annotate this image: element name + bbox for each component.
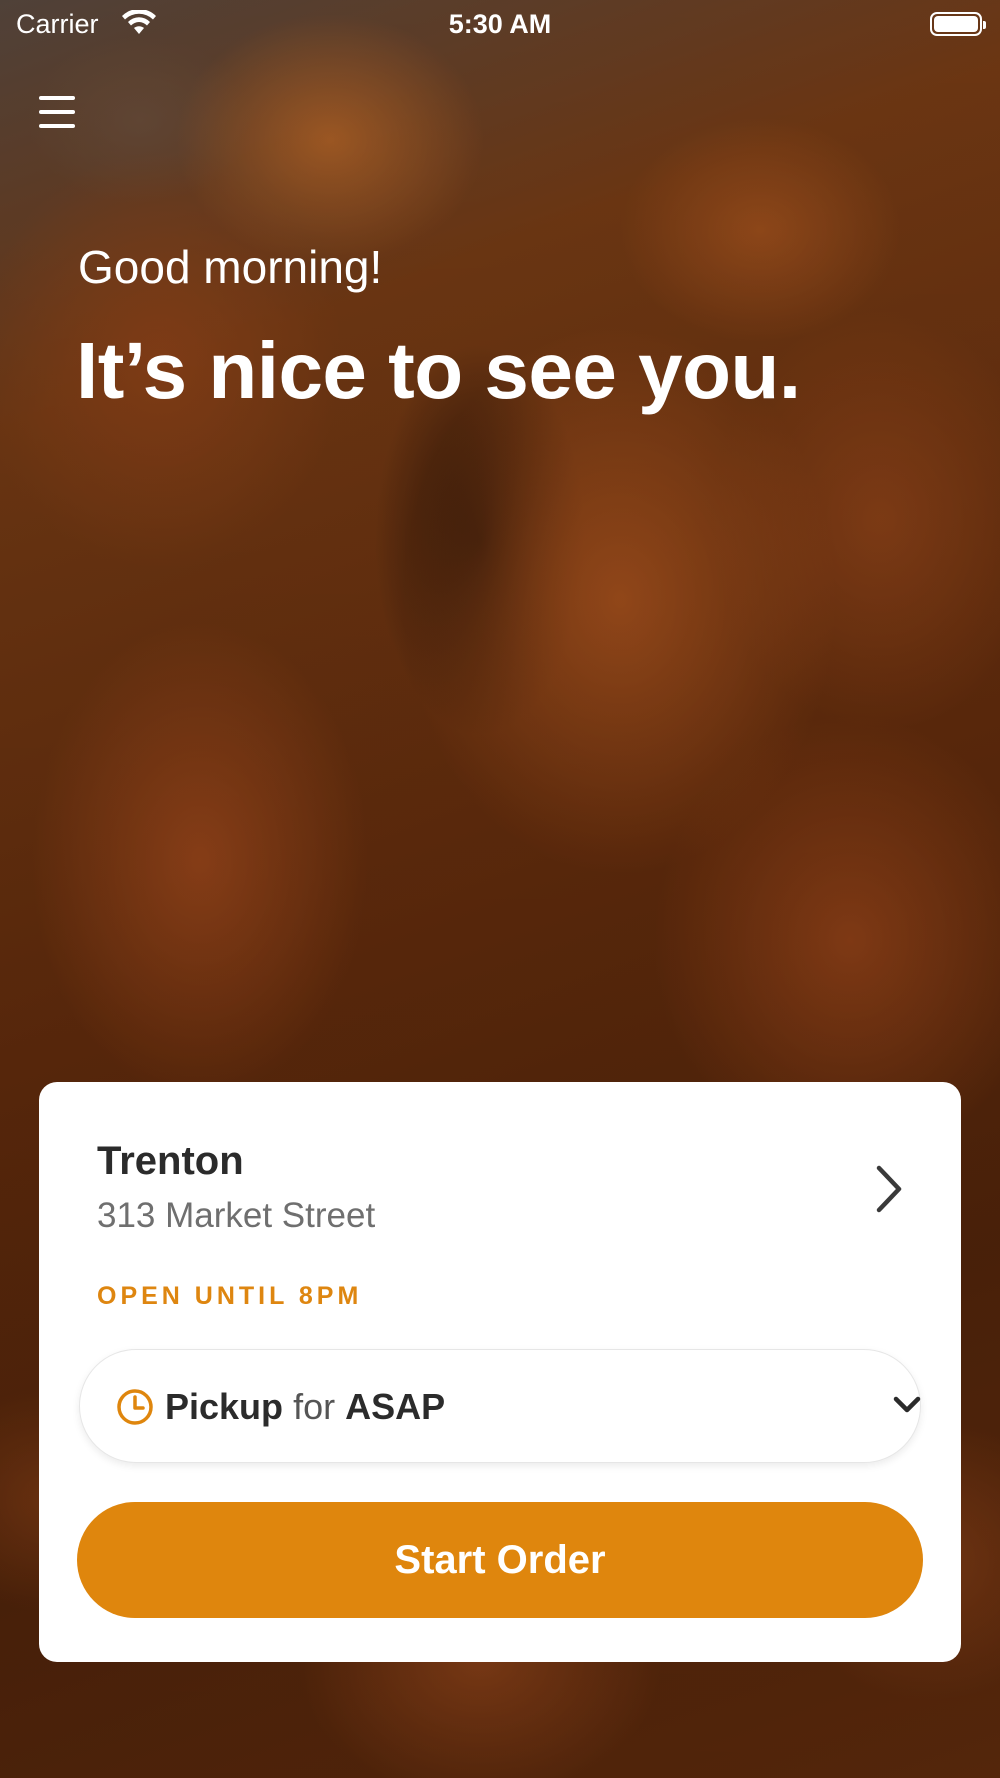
store-hours-badge: OPEN UNTIL 8PM	[97, 1282, 363, 1310]
status-bar: Carrier 5:30 AM	[0, 0, 1000, 50]
order-connector: for	[293, 1386, 336, 1427]
battery-icon	[930, 12, 986, 36]
store-name: Trenton	[97, 1139, 244, 1183]
location-selector[interactable]: Trenton 313 Market Street	[39, 1082, 961, 1235]
hamburger-menu-icon[interactable]	[34, 90, 84, 134]
order-type-dropdown[interactable]: Pickup for ASAP	[79, 1349, 921, 1463]
chevron-right-icon	[876, 1165, 902, 1213]
greeting-headline: It’s nice to see you.	[76, 326, 801, 415]
order-time: ASAP	[345, 1386, 446, 1427]
order-card: Trenton 313 Market Street OPEN UNTIL 8PM…	[39, 1082, 961, 1662]
start-order-button[interactable]: Start Order	[77, 1502, 923, 1618]
store-address: 313 Market Street	[97, 1196, 376, 1235]
order-type-label: Pickup for ASAP	[165, 1386, 445, 1428]
order-mode: Pickup	[165, 1386, 284, 1427]
status-time: 5:30 AM	[448, 9, 552, 39]
clock-icon	[117, 1389, 153, 1425]
greeting-salutation: Good morning!	[78, 241, 383, 293]
chevron-down-icon	[893, 1396, 921, 1413]
